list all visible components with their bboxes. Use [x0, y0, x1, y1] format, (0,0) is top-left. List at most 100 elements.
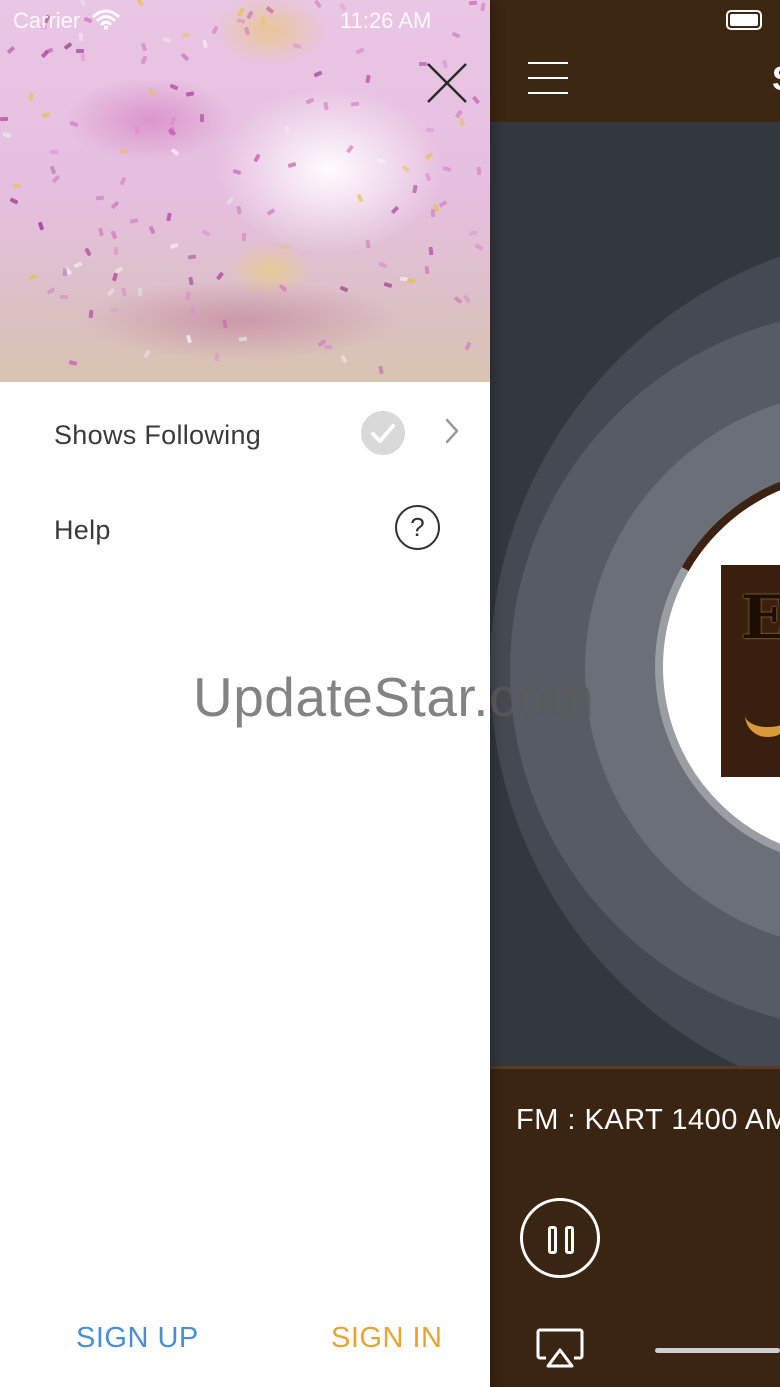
menu-item-shows-following[interactable]: Shows Following — [0, 390, 490, 480]
confetti-piece — [241, 232, 247, 242]
confetti-piece — [140, 55, 148, 65]
confetti-piece — [169, 242, 179, 250]
confetti-piece — [134, 125, 140, 135]
confetti-piece — [284, 125, 290, 135]
confetti-piece — [199, 113, 205, 123]
confetti-piece — [201, 229, 211, 237]
confetti-piece — [137, 287, 143, 297]
confetti-piece — [365, 74, 371, 84]
confetti-piece — [68, 360, 78, 366]
menu-item-help[interactable]: Help ? — [0, 485, 490, 575]
status-time: 11:26 AM — [340, 8, 432, 33]
sign-in-button[interactable]: SIGN IN — [331, 1322, 442, 1355]
confetti-piece — [119, 148, 129, 154]
wifi-icon — [92, 9, 120, 30]
confetti-piece — [119, 176, 127, 186]
confetti-piece — [166, 212, 172, 222]
confetti-piece — [401, 164, 411, 174]
confetti-piece — [182, 33, 190, 37]
confetti-piece — [49, 149, 59, 155]
confetti-piece — [453, 295, 463, 305]
confetti-piece — [187, 254, 197, 260]
volume-slider[interactable] — [655, 1348, 780, 1353]
confetti-piece — [143, 349, 151, 359]
confetti-piece — [305, 97, 315, 105]
confetti-piece — [350, 101, 360, 107]
confetti-piece — [451, 31, 461, 39]
confetti-piece — [464, 341, 472, 351]
menu-item-label: Help — [54, 515, 111, 545]
confetti-piece — [202, 39, 208, 49]
confetti-piece — [468, 230, 478, 236]
confetti-piece — [463, 294, 471, 304]
confetti-piece — [345, 144, 355, 154]
confetti-piece — [383, 281, 393, 289]
confetti-piece — [237, 7, 245, 17]
confetti-piece — [236, 205, 242, 215]
main-header: S — [490, 0, 780, 122]
carrier-label: Carrier — [13, 8, 81, 33]
confetti-piece — [162, 37, 172, 43]
confetti-piece — [365, 239, 371, 249]
confetti-piece — [95, 195, 105, 201]
confetti-piece — [222, 319, 228, 329]
confetti-piece — [480, 2, 486, 12]
confetti-piece — [225, 196, 235, 206]
chevron-right-icon — [445, 418, 459, 444]
confetti-piece — [214, 352, 220, 362]
confetti-piece — [424, 151, 434, 161]
confetti-piece — [425, 127, 435, 133]
confetti-piece — [412, 184, 418, 194]
confetti-piece — [188, 276, 194, 286]
confetti-piece — [113, 246, 119, 256]
sign-up-button[interactable]: SIGN UP — [76, 1322, 199, 1355]
airplay-icon[interactable] — [536, 1328, 584, 1368]
confetti-piece — [243, 26, 251, 36]
confetti-piece — [236, 18, 246, 24]
pause-button[interactable] — [520, 1198, 600, 1278]
confetti-piece — [471, 95, 481, 105]
confetti-piece — [253, 153, 261, 163]
confetti-piece — [292, 42, 302, 50]
player-artwork-area: E — [490, 122, 780, 1066]
confetti-piece — [46, 287, 56, 295]
confetti-piece — [136, 0, 144, 7]
confetti-piece — [313, 70, 323, 78]
confetti-piece — [406, 278, 416, 284]
confetti-piece — [211, 25, 219, 35]
confetti-piece — [185, 291, 191, 301]
confetti-piece — [424, 265, 430, 275]
confetti-piece — [266, 208, 276, 216]
confetti-piece — [0, 116, 9, 122]
confetti-piece — [73, 261, 83, 269]
close-icon[interactable] — [424, 60, 470, 106]
confetti-piece — [313, 0, 323, 9]
confetti-piece — [2, 131, 12, 139]
confetti-piece — [12, 183, 22, 189]
confetti-piece — [79, 0, 87, 7]
menu-icon[interactable] — [528, 62, 568, 96]
confetti-piece — [459, 117, 465, 127]
confetti-piece — [69, 120, 79, 128]
confetti-piece — [356, 193, 364, 203]
confetti-piece — [9, 197, 19, 205]
confetti-piece — [170, 147, 180, 157]
confetti-piece — [215, 271, 225, 281]
confetti-piece — [169, 116, 177, 126]
confetti-piece — [232, 168, 242, 176]
confetti-piece — [323, 101, 329, 111]
confetti-piece — [111, 272, 119, 282]
checkmark-icon — [361, 411, 405, 455]
confetti-piece — [49, 165, 57, 175]
divider — [490, 1066, 780, 1069]
confetti-piece — [80, 52, 86, 62]
confetti-piece — [430, 208, 436, 218]
confetti-piece — [238, 336, 248, 342]
confetti-piece — [78, 32, 84, 42]
confetti-piece — [28, 273, 38, 281]
confetti-piece — [180, 52, 190, 62]
confetti-piece — [84, 247, 92, 257]
confetti-piece — [109, 307, 119, 313]
confetti-piece — [185, 334, 193, 344]
watermark: UpdateStar.com — [193, 666, 595, 728]
